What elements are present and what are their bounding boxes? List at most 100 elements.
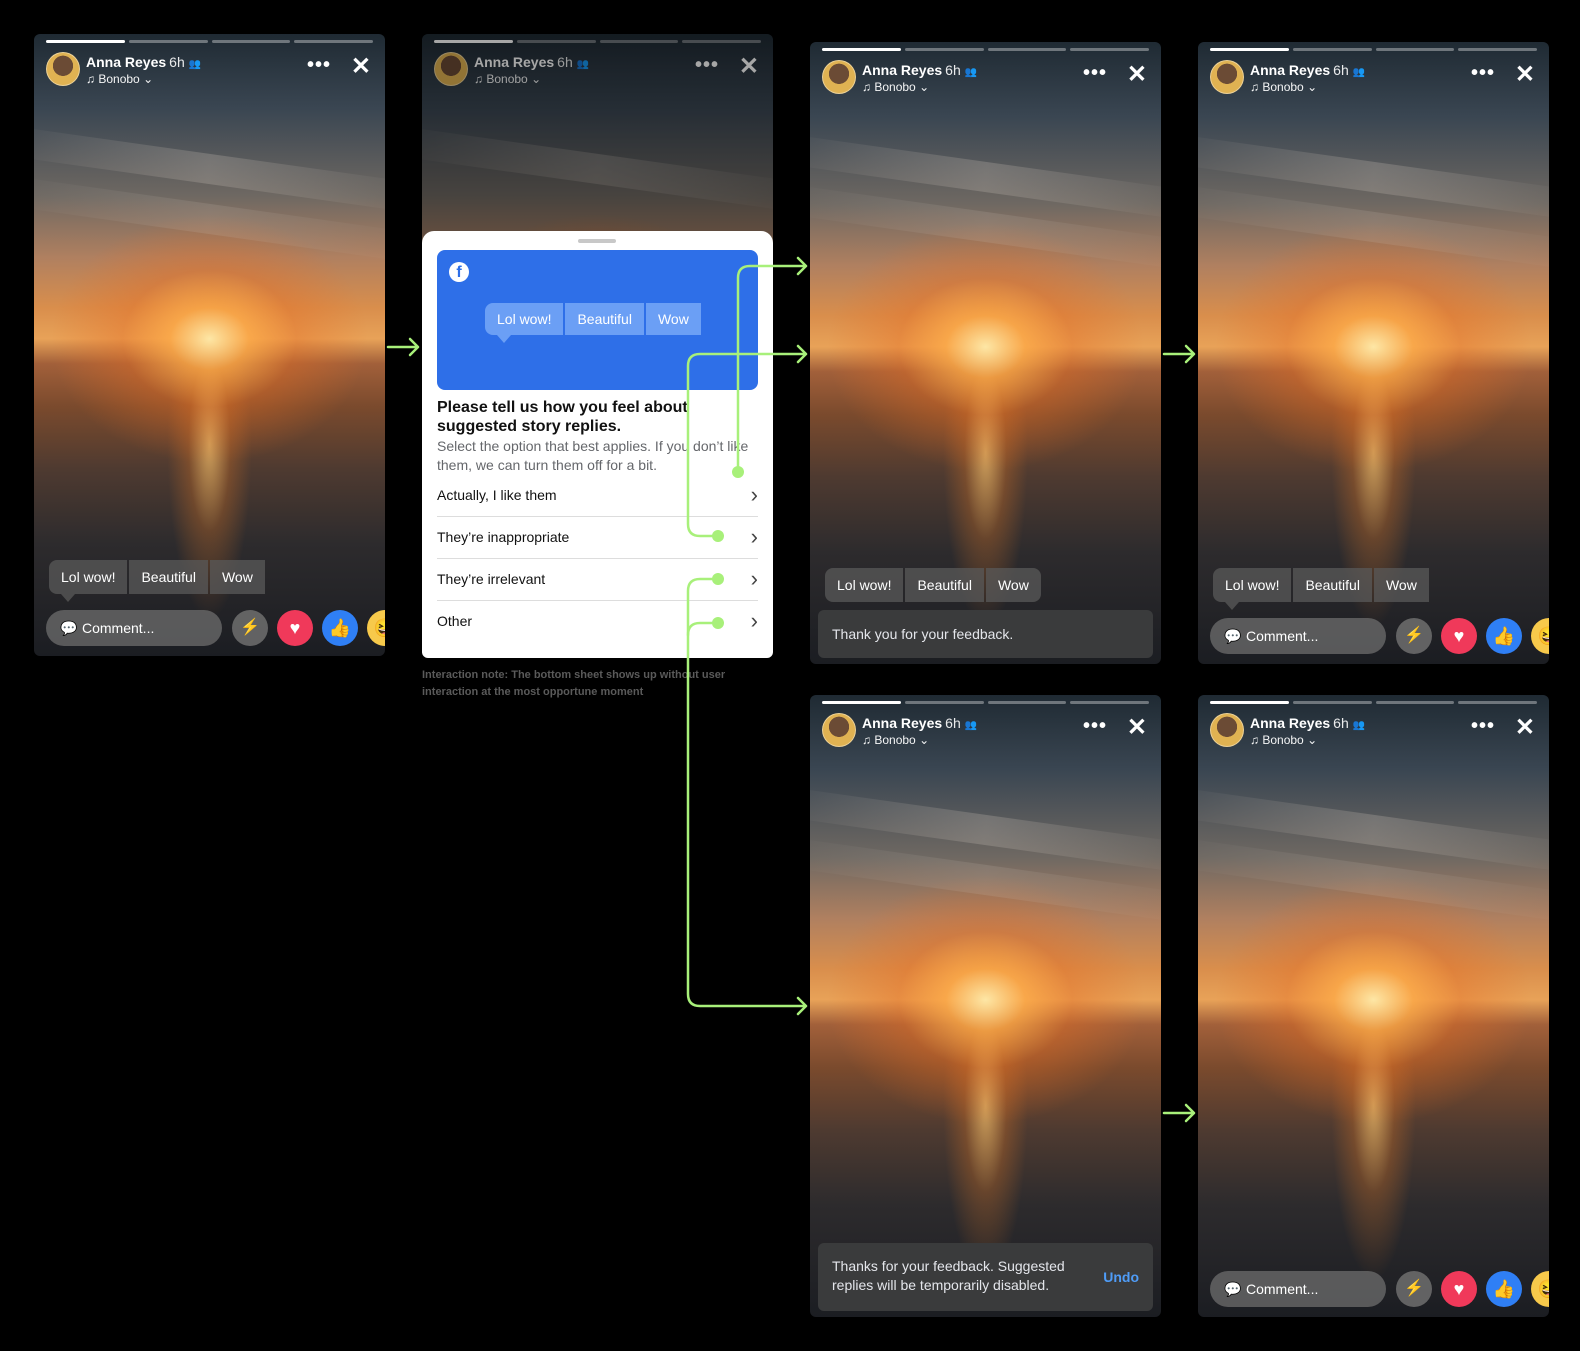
haha-reaction-icon[interactable]: 😆 <box>1531 1271 1549 1307</box>
avatar[interactable] <box>822 713 856 747</box>
more-dots-icon[interactable]: ••• <box>1083 715 1107 738</box>
chevron-down-icon: ⌄ <box>1307 80 1318 94</box>
messenger-icon[interactable]: ⚡ <box>1396 1271 1432 1307</box>
close-icon[interactable]: ✕ <box>1127 60 1147 89</box>
haha-reaction-icon[interactable]: 😆 <box>367 610 385 646</box>
undo-button[interactable]: Undo <box>1103 1269 1139 1285</box>
chevron-right-icon: › <box>750 566 758 591</box>
story-progress <box>822 701 1149 704</box>
like-reaction-icon[interactable]: 👍 <box>1486 1271 1522 1307</box>
sheet-subtitle: Select the option that best applies. If … <box>437 438 749 473</box>
user-name[interactable]: Anna Reyes 6h 👥 <box>862 62 977 78</box>
like-reaction-icon[interactable]: 👍 <box>1486 618 1522 654</box>
flow-arrow <box>386 337 420 357</box>
interaction-note: Interaction note: The bottom sheet shows… <box>422 669 726 698</box>
sheet-handle[interactable] <box>578 239 616 243</box>
story-screen-4: Anna Reyes 6h 👥 ♫ Bonobo ⌄ ••• ✕ Lol wow! … <box>1198 42 1549 664</box>
close-icon[interactable]: ✕ <box>351 52 371 81</box>
reply-chip[interactable]: Wow <box>985 568 1041 602</box>
feedback-bottom-sheet: f Lol wow! Beautiful Wow Please tell us … <box>422 231 773 658</box>
user-name[interactable]: Anna Reyes 6h 👥 <box>1250 715 1365 731</box>
flow-arrow <box>1162 1103 1196 1123</box>
comment-input[interactable]: 💬 Comment... <box>1210 1271 1386 1307</box>
reply-chip[interactable]: Beautiful <box>129 560 208 594</box>
story-screen-1: Anna Reyes 6h 👥 ♫ Bonobo ⌄ ••• ✕ Lol wow! … <box>34 34 385 656</box>
composer-bar: 💬 Comment... ⚡ ♥ 👍 😆 <box>1210 618 1549 658</box>
story-header: Anna Reyes 6h 👥 ♫ Bonobo ⌄ ••• ✕ <box>822 713 1149 751</box>
banner-replies: Lol wow! Beautiful Wow <box>485 303 701 343</box>
banner-reply-chip: Lol wow! <box>485 303 564 335</box>
reply-chip[interactable]: Beautiful <box>1293 568 1372 602</box>
song-label[interactable]: ♫ Bonobo ⌄ <box>1250 80 1317 94</box>
song-label[interactable]: ♫ Bonobo ⌄ <box>862 80 929 94</box>
music-note-icon: ♫ <box>1250 733 1259 747</box>
option-other[interactable]: Other › <box>437 600 758 642</box>
story-time: 6h <box>945 62 961 78</box>
feedback-toast: Thank you for your feedback. <box>818 610 1153 658</box>
more-dots-icon[interactable]: ••• <box>1471 62 1495 85</box>
chevron-down-icon: ⌄ <box>919 80 930 94</box>
friends-icon: 👥 <box>1352 720 1366 731</box>
reply-chip[interactable]: Lol wow! <box>49 560 128 594</box>
chevron-right-icon: › <box>750 482 758 507</box>
love-reaction-icon[interactable]: ♥ <box>1441 618 1477 654</box>
avatar[interactable] <box>822 60 856 94</box>
chevron-down-icon: ⌄ <box>919 733 930 747</box>
chevron-down-icon: ⌄ <box>143 72 154 86</box>
messenger-icon[interactable]: ⚡ <box>232 610 268 646</box>
story-screen-6: Anna Reyes 6h 👥 ♫ Bonobo ⌄ ••• ✕ 💬 Comment.… <box>1198 695 1549 1317</box>
love-reaction-icon[interactable]: ♥ <box>1441 1271 1477 1307</box>
composer-bar: 💬 Comment... ⚡ ♥ 👍 😆 <box>1210 1271 1549 1311</box>
like-reaction-icon[interactable]: 👍 <box>322 610 358 646</box>
story-progress <box>1210 48 1537 51</box>
reply-chip[interactable]: Wow <box>209 560 265 594</box>
song-label[interactable]: ♫ Bonobo ⌄ <box>862 733 929 747</box>
story-header: Anna Reyes 6h 👥 ♫ Bonobo ⌄ ••• ✕ <box>822 60 1149 98</box>
reply-chip[interactable]: Lol wow! <box>825 568 904 602</box>
story-header: Anna Reyes 6h 👥 ♫ Bonobo ⌄ ••• ✕ <box>1210 60 1537 98</box>
disabled-toast-text: Thanks for your feedback. Suggested repl… <box>832 1258 1065 1293</box>
close-icon[interactable]: ✕ <box>1515 60 1535 89</box>
messenger-icon[interactable]: ⚡ <box>1396 618 1432 654</box>
banner-reply-chip: Beautiful <box>565 303 644 335</box>
song-label[interactable]: ♫ Bonobo ⌄ <box>86 72 153 86</box>
option-irrelevant[interactable]: They’re irrelevant › <box>437 558 758 601</box>
chevron-right-icon: › <box>750 524 758 549</box>
friends-icon: 👥 <box>964 720 978 731</box>
comment-input[interactable]: 💬 Comment... <box>46 610 222 646</box>
haha-reaction-icon[interactable]: 😆 <box>1531 618 1549 654</box>
love-reaction-icon[interactable]: ♥ <box>277 610 313 646</box>
close-icon[interactable]: ✕ <box>1127 713 1147 742</box>
reply-chip[interactable]: Beautiful <box>905 568 984 602</box>
reply-chip[interactable]: Lol wow! <box>1213 568 1292 602</box>
comment-input[interactable]: 💬 Comment... <box>1210 618 1386 654</box>
comment-bubble-icon: 💬 <box>1224 628 1242 644</box>
reply-chip[interactable]: Wow <box>1373 568 1429 602</box>
avatar[interactable] <box>1210 60 1244 94</box>
story-time: 6h <box>169 54 185 70</box>
friends-icon: 👥 <box>964 67 978 78</box>
user-name[interactable]: Anna Reyes 6h 👥 <box>86 54 201 70</box>
suggested-replies: Lol wow! Beautiful Wow <box>1213 568 1429 610</box>
sheet-banner: f Lol wow! Beautiful Wow <box>437 250 758 390</box>
comment-bubble-icon: 💬 <box>60 620 78 636</box>
more-dots-icon[interactable]: ••• <box>1083 62 1107 85</box>
music-note-icon: ♫ <box>86 72 95 86</box>
story-progress <box>1210 701 1537 704</box>
close-icon[interactable]: ✕ <box>1515 713 1535 742</box>
story-time: 6h <box>1333 62 1349 78</box>
story-time: 6h <box>945 715 961 731</box>
option-inappropriate[interactable]: They’re inappropriate › <box>437 516 758 559</box>
suggested-replies: Lol wow! Beautiful Wow <box>49 560 265 602</box>
avatar[interactable] <box>46 52 80 86</box>
option-like-them[interactable]: Actually, I like them › <box>437 474 758 517</box>
song-label[interactable]: ♫ Bonobo ⌄ <box>1250 733 1317 747</box>
avatar[interactable] <box>1210 713 1244 747</box>
friends-icon: 👥 <box>1352 67 1366 78</box>
story-progress <box>46 40 373 43</box>
more-dots-icon[interactable]: ••• <box>1471 715 1495 738</box>
banner-reply-chip: Wow <box>645 303 701 335</box>
user-name[interactable]: Anna Reyes 6h 👥 <box>862 715 977 731</box>
more-dots-icon[interactable]: ••• <box>307 54 331 77</box>
user-name[interactable]: Anna Reyes 6h 👥 <box>1250 62 1365 78</box>
